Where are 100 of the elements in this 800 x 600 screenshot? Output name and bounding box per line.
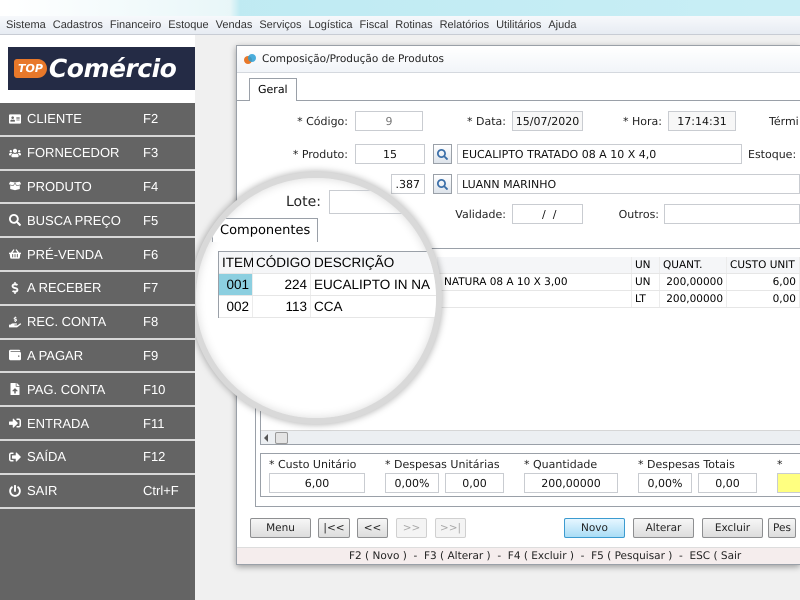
input-field[interactable]: 0,00% — [638, 473, 692, 493]
sidebar-label: REC. CONTA — [27, 314, 106, 330]
sidebar-label: PRÉ-VENDA — [27, 246, 103, 262]
action-button[interactable]: Menu — [250, 518, 311, 538]
field-label: Validade: — [454, 208, 506, 220]
menu-item[interactable]: Serviços — [257, 19, 307, 31]
sidebar-label: PAG. CONTA — [27, 382, 106, 397]
search-icon — [437, 148, 448, 160]
logo-name: Comércio — [48, 54, 176, 83]
menu-item[interactable]: Vendas — [214, 19, 258, 31]
app-icon — [243, 53, 257, 65]
field-label: * Data: — [466, 114, 506, 128]
menu-item[interactable]: Estoque — [166, 19, 214, 31]
field-label: * Custo Unitário — [269, 458, 358, 471]
sidebar-item[interactable]: BUSCA PREÇO F5 — [0, 204, 195, 238]
field-label: * Código: — [296, 114, 348, 128]
input-field[interactable] — [664, 204, 800, 224]
shortcut-label: F12 — [143, 449, 166, 464]
search-button[interactable] — [433, 144, 452, 164]
sidebar-item[interactable]: PRODUTO F4 — [0, 170, 195, 204]
field-label: * Produto: — [292, 148, 348, 160]
column-header: DESCRIÇÃO — [311, 252, 436, 273]
shortcut-label: F8 — [143, 314, 158, 330]
input-field[interactable]: 9 — [355, 111, 423, 131]
status-bar: F2 ( Novo ) - F3 ( Alterar ) - F4 ( Excluir ) - F5 ( Pesquisar ) - ESC ( Sair — [237, 547, 800, 564]
sidebar-label: CLIENTE — [27, 111, 82, 126]
input-field[interactable]: 0,00 — [698, 473, 757, 493]
input-field[interactable]: 15/07/2020 — [512, 111, 583, 131]
sign-in-icon — [9, 417, 21, 430]
menu-item[interactable]: Utilitários — [494, 19, 546, 31]
input-field[interactable]: EUCALIPTO TRATADO 08 A 10 X 4,0 — [457, 144, 742, 164]
sidebar-item[interactable]: CLIENTE F2 — [0, 103, 195, 137]
menu-item[interactable]: Sistema — [4, 19, 51, 31]
field-label: * Despesas Totais — [638, 458, 736, 471]
tab[interactable]: Componentes — [212, 218, 318, 242]
input-field[interactable]: 200,00000 — [524, 473, 618, 493]
sidebar-label: SAÍDA — [27, 449, 66, 464]
left-arrow-icon[interactable] — [263, 434, 269, 442]
field-label: * — [777, 458, 784, 471]
column-header: QUANT. — [660, 257, 727, 273]
sidebar-item[interactable]: A PAGAR F9 — [0, 340, 195, 374]
input-field[interactable]: LUANN MARINHO — [457, 174, 800, 194]
sidebar-label: A PAGAR — [27, 348, 84, 363]
sidebar-label: BUSCA PREÇO — [27, 212, 121, 228]
menu-item[interactable]: Logística — [306, 19, 358, 31]
hand-coin-icon — [9, 316, 21, 328]
menu-item[interactable]: Cadastros — [50, 19, 108, 31]
table-cell[interactable]: 001 — [219, 274, 253, 295]
users-icon — [9, 146, 21, 159]
action-button[interactable]: << — [357, 518, 388, 538]
field-label: Térmi — [769, 114, 799, 128]
column-header: CÓDIGO — [253, 252, 311, 273]
sidebar-item[interactable]: SAÍDA F12 — [0, 440, 195, 475]
input-field[interactable]: 6,00 — [269, 473, 365, 493]
tab[interactable]: Geral — [249, 78, 297, 101]
action-button[interactable]: Novo — [564, 518, 625, 538]
sidebar-item[interactable]: SAIR Ctrl+F — [0, 474, 195, 509]
shortcut-label: F7 — [143, 280, 158, 296]
action-button[interactable]: Excluir — [702, 518, 763, 538]
contact-card-icon — [9, 112, 21, 125]
sidebar-label: A RECEBER — [27, 280, 102, 296]
box-icon — [9, 180, 21, 192]
search-icon — [9, 214, 21, 226]
input-field[interactable]: / / — [512, 204, 583, 224]
menu-item[interactable]: Fiscal — [358, 19, 394, 31]
field-label: Lote: — [286, 194, 321, 210]
sidebar-item[interactable]: PRÉ-VENDA F6 — [0, 238, 195, 272]
menu-item[interactable]: Ajuda — [546, 19, 582, 31]
input-field[interactable]: 0,00% — [385, 473, 439, 493]
menu-item[interactable]: Financeiro — [108, 19, 166, 31]
wallet-icon — [9, 349, 21, 362]
action-button[interactable]: |<< — [318, 518, 350, 538]
field-label: * Quantidade — [524, 458, 598, 471]
sidebar-item[interactable]: PAG. CONTA F10 — [0, 373, 195, 408]
search-button[interactable] — [433, 174, 452, 194]
window-title: Composição/Produção de Produtos — [262, 53, 444, 65]
shortcut-label: Ctrl+F — [143, 483, 179, 498]
field-label: * Despesas Unitárias — [385, 458, 501, 471]
column-header: ITEM — [219, 252, 253, 273]
field-label: * Hora: — [622, 114, 662, 128]
sidebar-item[interactable]: ENTRADA F11 — [0, 407, 195, 441]
sign-out-icon — [9, 450, 21, 463]
shortcut-label: F9 — [143, 348, 158, 363]
input-field[interactable]: 0,00 — [445, 473, 504, 493]
field-label: Estoque: — [748, 148, 796, 160]
sidebar-item[interactable]: FORNECEDOR F3 — [0, 136, 195, 171]
menu-item[interactable]: Rotinas — [393, 19, 438, 31]
shortcut-label: F4 — [143, 178, 158, 194]
column-header: UN — [632, 257, 660, 273]
shortcut-label: F5 — [143, 212, 158, 228]
action-button[interactable]: Alterar — [633, 518, 694, 538]
input-field[interactable]: 17:14:31 — [668, 111, 736, 131]
shortcut-label: F10 — [143, 382, 166, 397]
sidebar-label: SAIR — [27, 483, 58, 498]
action-button[interactable]: Pes — [768, 518, 796, 538]
input-field[interactable]: 15 — [355, 144, 425, 164]
horizontal-scrollbar[interactable] — [261, 430, 800, 444]
menu-item[interactable]: Relatórios — [438, 19, 494, 31]
column-header: CUSTO UNIT — [727, 257, 800, 273]
scroll-thumb[interactable] — [275, 432, 288, 444]
